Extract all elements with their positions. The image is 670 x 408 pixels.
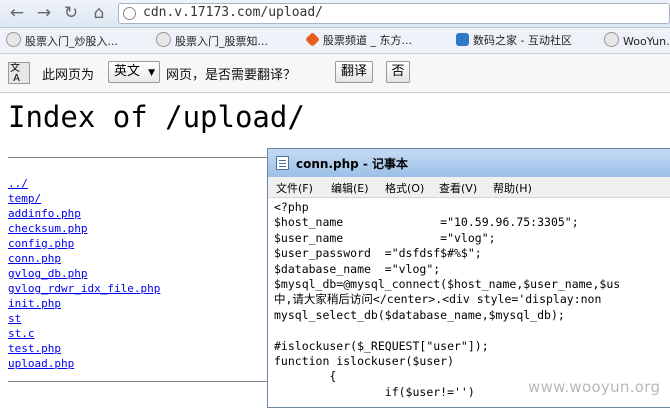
menu-edit[interactable]: 编辑(E) — [331, 180, 369, 196]
list-item: conn.php — [8, 249, 160, 265]
list-item: test.php — [8, 339, 160, 355]
list-item: addinfo.php — [8, 204, 160, 220]
list-item: upload.php — [8, 354, 160, 370]
page-title: Index of /upload/ — [8, 100, 305, 134]
address-bar-url: cdn.v.17173.com/upload/ — [143, 5, 324, 20]
translate-question: 网页，是否需要翻译？ — [166, 68, 297, 83]
page-icon — [604, 32, 619, 47]
bookmark-item[interactable]: WooYun.o — [604, 32, 670, 49]
house-icon — [456, 33, 469, 46]
bookmark-item[interactable]: 股票入门_炒股入... — [6, 32, 118, 49]
address-bar[interactable]: cdn.v.17173.com/upload/ — [118, 3, 670, 24]
no-translate-button[interactable]: 否 — [386, 61, 410, 83]
page-icon — [156, 32, 171, 47]
list-item: ../ — [8, 174, 160, 190]
menu-file[interactable]: 文件(F) — [276, 180, 313, 196]
window-title: conn.php - 记事本 — [296, 157, 409, 171]
list-item: st.c — [8, 324, 160, 340]
translate-bar: 文 A 此网页为 英文 ▼ 网页，是否需要翻译？ 翻译 否 — [0, 54, 670, 93]
language-select[interactable]: 英文 ▼ — [108, 61, 160, 83]
menu-format[interactable]: 格式(O) — [385, 180, 424, 196]
list-item: gvlog_rdwr_idx_file.php — [8, 279, 160, 295]
divider — [8, 157, 270, 158]
menu-view[interactable]: 查看(V) — [439, 180, 477, 196]
bookmark-item[interactable]: 数码之家 - 互动社区 — [456, 32, 572, 49]
translate-prefix: 此网页为 — [42, 68, 95, 83]
caret-down-icon: ▼ — [148, 68, 155, 78]
list-item: config.php — [8, 234, 160, 250]
reload-icon[interactable]: ↻ — [60, 2, 82, 24]
menu-help[interactable]: 帮助(H) — [493, 180, 532, 196]
eastmoney-icon — [305, 32, 320, 47]
notepad-window: conn.php - 记事本 文件(F) 编辑(E) 格式(O) 查看(V) 帮… — [267, 148, 670, 408]
list-item: st — [8, 309, 160, 325]
home-icon[interactable]: ⌂ — [88, 2, 110, 24]
globe-icon — [123, 7, 136, 20]
bookmark-item[interactable]: 股票频道 _ 东方... — [305, 32, 412, 49]
bookmark-item[interactable]: 股票入门_股票知... — [156, 32, 268, 49]
divider — [8, 381, 270, 382]
list-item: temp/ — [8, 189, 160, 205]
browser-toolbar: ← → ↻ ⌂ cdn.v.17173.com/upload/ — [0, 0, 670, 28]
bookmarks-bar: 股票入门_炒股入... 股票入门_股票知... 股票频道 _ 东方... 数码之… — [0, 28, 670, 54]
file-list: ../ temp/ addinfo.php checksum.php confi… — [8, 174, 160, 370]
text-editor-content[interactable]: <?php $host_name ="10.59.96.75:3305"; $u… — [274, 200, 620, 400]
page-icon — [6, 32, 21, 47]
window-titlebar[interactable]: conn.php - 记事本 — [268, 149, 670, 177]
list-item: init.php — [8, 294, 160, 310]
list-item: gvlog_db.php — [8, 264, 160, 280]
watermark: www.wooyun.org — [528, 378, 661, 396]
list-item: checksum.php — [8, 219, 160, 235]
translate-button[interactable]: 翻译 — [335, 61, 373, 83]
notepad-icon — [276, 156, 289, 170]
menu-bar: 文件(F) 编辑(E) 格式(O) 查看(V) 帮助(H) — [268, 177, 670, 198]
arrow-right-icon[interactable]: → — [33, 2, 55, 24]
arrow-left-icon[interactable]: ← — [6, 2, 28, 24]
file-link[interactable]: upload.php — [8, 357, 74, 370]
translate-icon: 文 A — [8, 62, 30, 84]
